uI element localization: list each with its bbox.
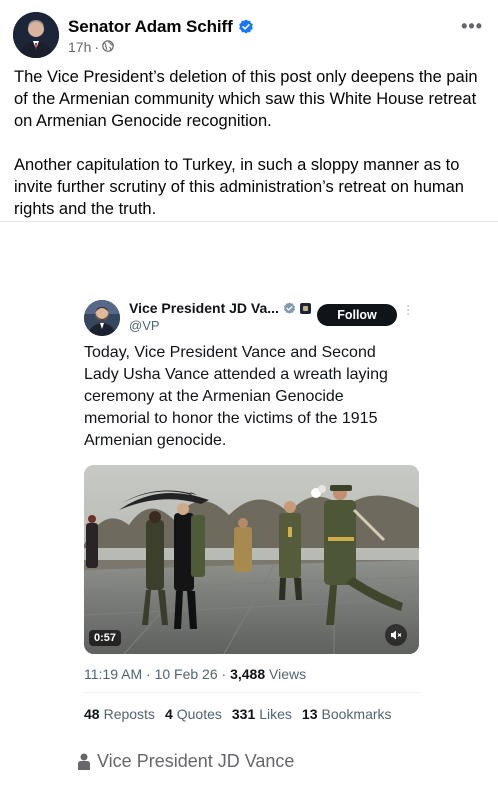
tweet-text: Today, Vice President Vance and Second L… <box>84 344 388 449</box>
tweet-views-label: Views <box>269 666 307 682</box>
tweet-video[interactable]: 0:57 <box>84 465 419 654</box>
video-thumbnail <box>84 465 419 654</box>
tweet-avatar[interactable] <box>84 300 120 336</box>
quotes-stat[interactable]: 4 Quotes <box>165 706 222 722</box>
post-header: Senator Adam Schiff 17h · ••• <box>13 12 485 60</box>
grey-verified-badge-icon <box>283 301 296 315</box>
tweet-stats: 48 Reposts 4 Quotes 331 Likes 13 Bookmarks <box>84 706 392 722</box>
reposts-stat[interactable]: 48 Reposts <box>84 706 155 722</box>
tweet-views-count: 3,488 <box>230 666 266 682</box>
tweet-more-icon[interactable]: ··· <box>402 304 416 316</box>
divider <box>0 221 498 222</box>
tweet-date[interactable]: 10 Feb 26 <box>155 666 218 682</box>
person-icon <box>77 753 91 771</box>
tweet-divider <box>84 692 420 693</box>
post-time[interactable]: 17h <box>68 39 91 55</box>
video-duration: 0:57 <box>89 630 122 646</box>
bookmarks-stat[interactable]: 13 Bookmarks <box>302 706 392 722</box>
meta-separator: · <box>94 39 100 55</box>
post-meta: 17h · <box>68 39 114 55</box>
likes-stat[interactable]: 331 Likes <box>232 706 292 722</box>
tweet-meta: 11:19 AM · 10 Feb 26 · 3,488 Views <box>84 666 307 682</box>
attribution[interactable]: Vice President JD Vance <box>77 751 294 772</box>
more-options-icon[interactable]: ••• <box>461 16 483 37</box>
tweet-author-name[interactable]: Vice President JD Va... <box>129 300 279 316</box>
post-paragraph-1: The Vice President’s deletion of this po… <box>14 68 478 130</box>
government-affiliation-icon <box>299 302 311 314</box>
author-name[interactable]: Senator Adam Schiff <box>68 17 233 37</box>
attribution-text: Vice President JD Vance <box>97 751 295 771</box>
globe-icon <box>102 39 114 55</box>
post-paragraph-2: Another capitulation to Turkey, in such … <box>14 156 464 218</box>
follow-button[interactable]: Follow <box>317 304 397 326</box>
post-text: The Vice President’s deletion of this po… <box>14 66 484 220</box>
mute-icon[interactable] <box>385 624 407 646</box>
tweet-time[interactable]: 11:19 AM <box>84 666 142 682</box>
verified-badge-icon <box>238 19 254 35</box>
tweet-handle[interactable]: @VP <box>129 318 160 333</box>
author-avatar[interactable] <box>13 12 59 58</box>
